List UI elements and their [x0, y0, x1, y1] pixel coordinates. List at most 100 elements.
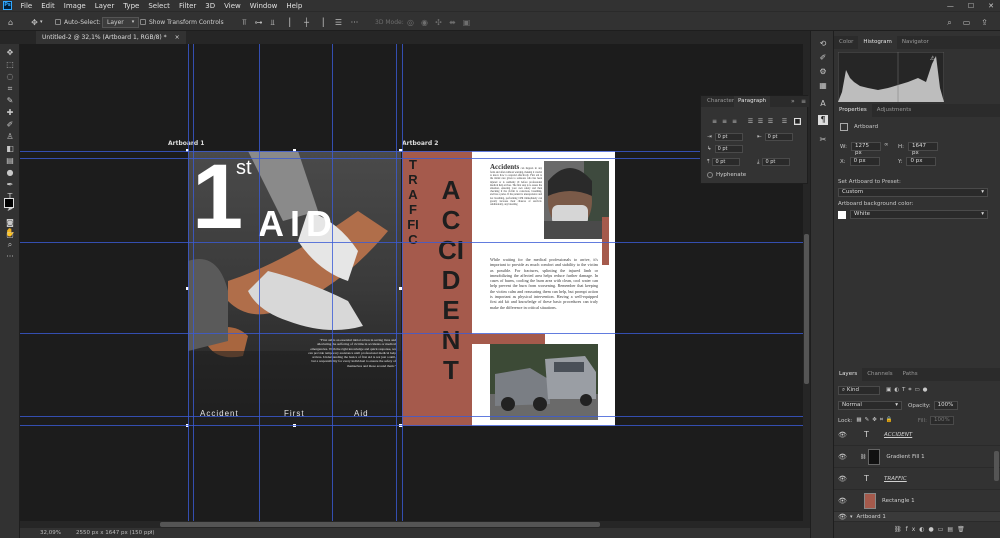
- tab-properties[interactable]: Properties: [834, 104, 872, 117]
- menu-help[interactable]: Help: [282, 2, 307, 10]
- indent-first-line-field[interactable]: 0 pt: [714, 145, 743, 153]
- align-left-edges-icon[interactable]: ▏: [288, 16, 297, 28]
- guide-line[interactable]: [193, 44, 194, 528]
- eye-icon[interactable]: 👁: [838, 497, 848, 505]
- hyphenate-checkbox[interactable]: Hyphenate: [707, 172, 746, 178]
- paragraph-panel-icon[interactable]: ¶: [818, 115, 828, 125]
- align-vertical-centers-icon[interactable]: ⊶: [254, 16, 263, 28]
- lock-icons[interactable]: ▦✎✥⌗🔒: [856, 417, 895, 424]
- artboard-1-label[interactable]: Artboard 1: [168, 140, 204, 147]
- horizontal-scrollbar[interactable]: [20, 521, 803, 528]
- tab-character[interactable]: Character: [703, 96, 738, 107]
- history-icon[interactable]: ⟲: [818, 39, 828, 49]
- layers-footer-icons[interactable]: ⛓fx◐●▭▤🗑: [894, 526, 969, 533]
- minimize-button[interactable]: —: [947, 2, 954, 10]
- artboard-1[interactable]: 1 st AID "First aid is an essential init…: [188, 151, 401, 426]
- tools-panel-icon[interactable]: ✂: [818, 135, 828, 145]
- indent-right-field[interactable]: 0 pt: [764, 133, 793, 141]
- move-tool-icon[interactable]: ✥: [5, 48, 15, 58]
- blend-mode-dropdown[interactable]: Normal ▾: [838, 401, 902, 410]
- justify-all-icon[interactable]: ☰: [781, 118, 788, 125]
- chevron-down-icon[interactable]: ▾: [850, 514, 853, 520]
- document-tab[interactable]: Untitled-2 @ 32,1% (Artboard 1, RGB/8) *…: [36, 31, 186, 44]
- space-before-field[interactable]: 0 pt: [712, 158, 741, 166]
- warning-icon[interactable]: ⚠: [930, 55, 935, 62]
- preset-dropdown[interactable]: Custom ▾: [838, 188, 988, 197]
- maximize-button[interactable]: ☐: [968, 2, 974, 10]
- guide-line[interactable]: [259, 44, 260, 528]
- x-field[interactable]: 0 px: [849, 157, 880, 166]
- tab-navigator[interactable]: Navigator: [897, 36, 934, 49]
- share-icon[interactable]: ⇪: [980, 16, 989, 28]
- menu-layer[interactable]: Layer: [90, 2, 119, 10]
- layer-filter-icons[interactable]: ▣◐T⌗▭●: [886, 387, 930, 394]
- guide-line[interactable]: [20, 416, 810, 417]
- home-icon[interactable]: ⌂: [6, 16, 15, 28]
- layer-name[interactable]: ACCIDENT: [884, 432, 912, 438]
- tab-adjustments[interactable]: Adjustments: [872, 104, 916, 117]
- layer-row[interactable]: 👁 T ACCIDENT: [834, 424, 1000, 446]
- menu-edit[interactable]: Edit: [37, 2, 60, 10]
- guide-line[interactable]: [396, 44, 397, 528]
- menu-3d[interactable]: 3D: [201, 2, 220, 10]
- marquee-tool-icon[interactable]: ⬚: [5, 60, 15, 70]
- layer-row[interactable]: 👁 ⛓ Gradient Fill 1: [834, 446, 1000, 468]
- align-left-icon[interactable]: ≡: [711, 118, 718, 125]
- justify-left-icon[interactable]: ☰: [747, 118, 754, 125]
- document-tab-close-icon[interactable]: ×: [175, 34, 180, 41]
- tab-channels[interactable]: Channels: [862, 368, 897, 381]
- brush-tool-icon[interactable]: ✐: [5, 120, 15, 130]
- layer-row[interactable]: 👁 Rectangle 1: [834, 490, 1000, 512]
- align-bottom-edges-icon[interactable]: ⫫: [268, 16, 277, 28]
- show-transform-checkbox[interactable]: Show Transform Controls: [140, 16, 224, 28]
- artboard-2-label[interactable]: Artboard 2: [402, 140, 438, 147]
- eye-icon[interactable]: 👁: [838, 475, 848, 483]
- pen-tool-icon[interactable]: ✒: [5, 180, 15, 190]
- layers-scroll-thumb[interactable]: [994, 451, 999, 481]
- close-button[interactable]: ✕: [988, 2, 994, 10]
- zoom-tool-icon[interactable]: ⌕: [5, 240, 15, 250]
- align-right-icon[interactable]: ≡: [731, 118, 738, 125]
- quick-mask-icon[interactable]: ◙: [5, 218, 15, 228]
- gradient-tool-icon[interactable]: ▤: [5, 156, 15, 166]
- height-field[interactable]: 1647 px: [908, 142, 938, 156]
- layer-name[interactable]: Artboard 1: [857, 514, 886, 520]
- guide-line[interactable]: [332, 44, 333, 528]
- tab-histogram[interactable]: Histogram: [858, 36, 897, 49]
- link-dimensions-icon[interactable]: ∞: [884, 142, 889, 148]
- foreground-color-swatch[interactable]: [4, 198, 14, 208]
- justify-center-icon[interactable]: ☰: [757, 118, 764, 125]
- dodge-tool-icon[interactable]: ●: [5, 168, 15, 178]
- align-right-edges-icon[interactable]: ▕: [316, 16, 325, 28]
- guide-line[interactable]: [402, 44, 403, 528]
- artboard-2[interactable]: TRAFFIC ACCIDENT Accidents can happen in…: [402, 151, 615, 426]
- guide-line[interactable]: [20, 151, 810, 152]
- menu-filter[interactable]: Filter: [174, 2, 200, 10]
- tab-color[interactable]: Color: [834, 36, 858, 49]
- bg-dropdown[interactable]: White ▾: [850, 210, 988, 219]
- search-icon[interactable]: ⌕: [945, 16, 954, 28]
- bg-color-swatch[interactable]: [838, 210, 846, 219]
- indent-left-field[interactable]: 0 pt: [714, 133, 743, 141]
- eye-icon[interactable]: 👁: [838, 431, 848, 439]
- layer-filter-kind[interactable]: ⌕ Kind: [838, 386, 880, 395]
- layer-name[interactable]: Rectangle 1: [882, 498, 915, 504]
- layer-row[interactable]: 👁 T TRAFFIC: [834, 468, 1000, 490]
- canvas-area[interactable]: Artboard 1 1 st AID "First aid is an ess…: [20, 44, 810, 528]
- layer-name[interactable]: TRAFFIC: [884, 476, 907, 482]
- horizontal-scroll-thumb[interactable]: [160, 522, 600, 527]
- healing-brush-tool-icon[interactable]: ✚: [5, 108, 15, 118]
- guide-line[interactable]: [188, 44, 189, 528]
- eye-icon[interactable]: 👁: [838, 453, 848, 461]
- menu-file[interactable]: File: [16, 2, 37, 10]
- align-top-edges-icon[interactable]: ⫪: [240, 16, 249, 28]
- guide-line[interactable]: [20, 425, 810, 426]
- adjustments-icon[interactable]: ⚙: [818, 67, 828, 77]
- layer-row[interactable]: 👁 ▾ Artboard 1: [834, 512, 1000, 522]
- tab-layers[interactable]: Layers: [834, 368, 863, 381]
- tab-paths[interactable]: Paths: [898, 368, 923, 381]
- panel-menu-icon[interactable]: ≡: [801, 98, 806, 105]
- eyedropper-tool-icon[interactable]: ✎: [5, 96, 15, 106]
- status-arrow-icon[interactable]: ›: [150, 529, 152, 535]
- screen-mode-icon[interactable]: ▢: [5, 230, 15, 240]
